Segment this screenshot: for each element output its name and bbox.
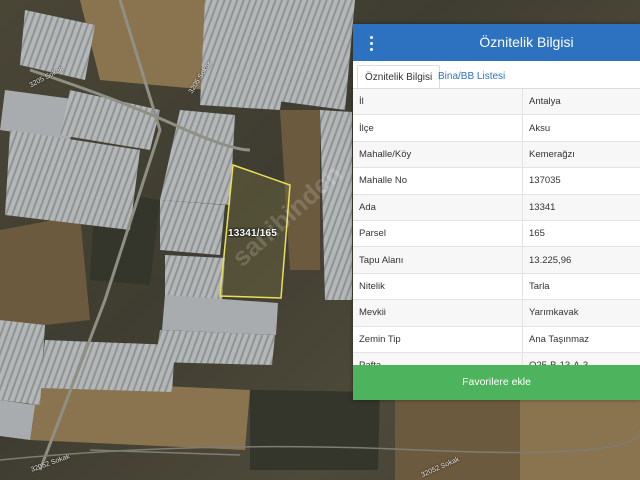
- table-row: Ada 13341: [353, 194, 640, 221]
- tab-attribute-info[interactable]: Öznitelik Bilgisi: [357, 65, 441, 88]
- attribute-key: Tapu Alanı: [353, 246, 523, 274]
- table-row: Mahalle No 137035: [353, 167, 640, 195]
- attribute-value: Ana Taşınmaz: [522, 326, 640, 353]
- attribute-value: Yarımkavak: [522, 299, 640, 327]
- attribute-value: Kemerağzı: [522, 141, 640, 169]
- table-row: İl Antalya: [353, 89, 640, 116]
- attribute-value: Tarla: [522, 273, 640, 301]
- table-row: Zemin Tip Ana Taşınmaz: [353, 326, 640, 353]
- attribute-key: Parsel: [353, 220, 523, 248]
- panel-title: Öznitelik Bilgisi: [479, 34, 574, 50]
- attribute-key: Mevkii: [353, 299, 523, 327]
- attribute-value: 137035: [522, 167, 640, 195]
- attribute-key: İl: [353, 89, 523, 116]
- attribute-key: Nitelik: [353, 273, 523, 301]
- table-row: Parsel 165: [353, 220, 640, 248]
- panel-header: Öznitelik Bilgisi: [353, 24, 640, 61]
- table-row: Mevkii Yarımkavak: [353, 299, 640, 327]
- attribute-value: 13341: [522, 194, 640, 221]
- tab-bar: Öznitelik Bilgisi Bina/BB Listesi: [353, 61, 640, 89]
- table-row: Mahalle/Köy Kemerağzı: [353, 141, 640, 169]
- attribute-key: Ada: [353, 194, 523, 221]
- table-row: Tapu Alanı 13.225,96: [353, 246, 640, 274]
- attribute-key: İlçe: [353, 114, 523, 142]
- add-to-favorites-button[interactable]: Favorilere ekle: [353, 365, 640, 400]
- table-row: İlçe Aksu: [353, 114, 640, 142]
- attribute-key: Zemin Tip: [353, 326, 523, 353]
- attribute-value: Antalya: [522, 89, 640, 116]
- attribute-value: Aksu: [522, 114, 640, 142]
- attribute-key: Mahalle/Köy: [353, 141, 523, 169]
- table-row: Nitelik Tarla: [353, 273, 640, 301]
- attribute-panel: Öznitelik Bilgisi Öznitelik Bilgisi Bina…: [353, 24, 640, 400]
- attribute-key: Mahalle No: [353, 167, 523, 195]
- attribute-value: 13.225,96: [522, 246, 640, 274]
- attribute-table: İl Antalya İlçe Aksu Mahalle/Köy Kemerağzı Mah…: [353, 89, 640, 380]
- tab-building-list[interactable]: Bina/BB Listesi: [431, 65, 512, 88]
- attribute-value: 165: [522, 220, 640, 248]
